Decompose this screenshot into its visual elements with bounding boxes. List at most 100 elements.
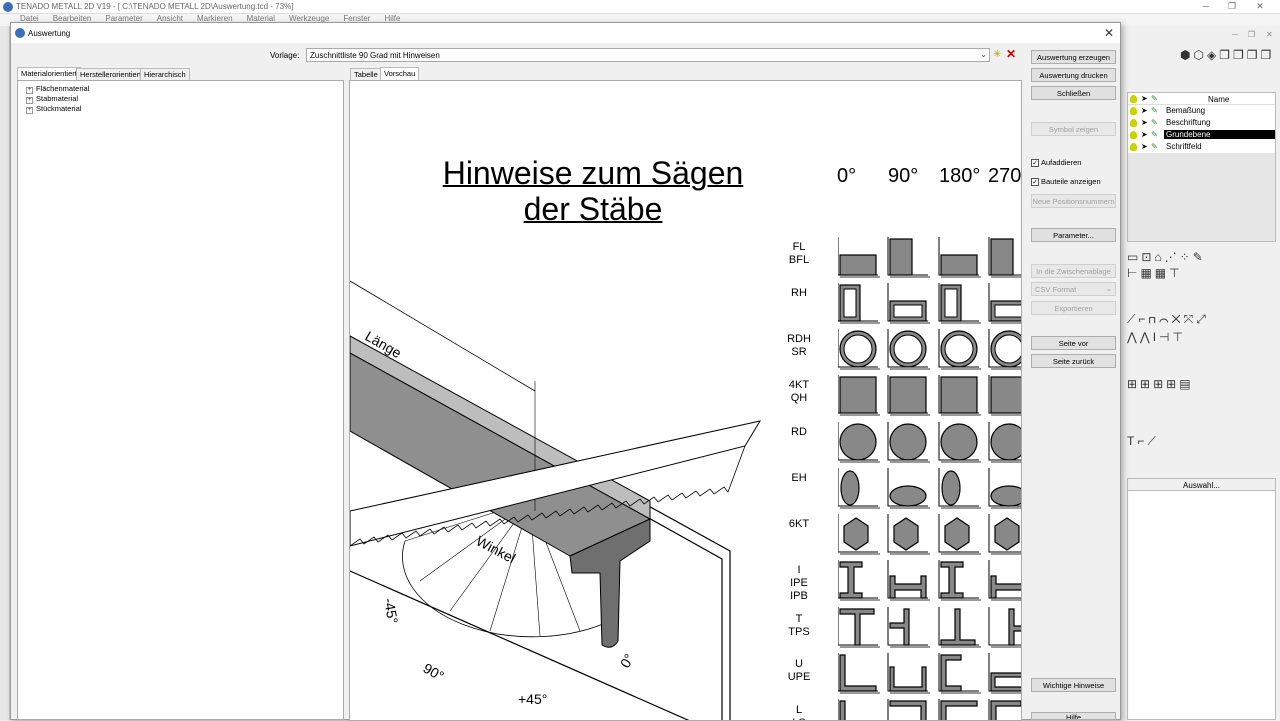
profile-label-i: I IPE IPB — [790, 564, 808, 602]
profile-label-t: T TPS — [788, 613, 810, 638]
ellipse-shape — [889, 485, 927, 507]
aufaddieren-checkbox[interactable]: ✓ Aufaddieren — [1031, 158, 1081, 168]
doc-minimize-icon[interactable]: ─ — [1232, 30, 1238, 39]
layer-row-grundebene[interactable]: ➤ ✎ Grundebene — [1128, 129, 1275, 141]
pen-icon[interactable]: ✎ — [1151, 106, 1158, 115]
tab-herstellerorientiert[interactable]: Herstellerorientiert — [76, 68, 146, 80]
profile-label-rd: RD — [791, 426, 807, 438]
chevron-down-icon[interactable]: ⌄ — [1106, 284, 1112, 293]
app-icon — [3, 2, 13, 12]
tree-item-stabmaterial[interactable]: + Stabmaterial — [26, 94, 78, 104]
construct-toolbar-1[interactable]: ⟋⌐⊓⌒✕⤧⤢ — [1127, 312, 1209, 328]
doc-restore-icon[interactable]: ❐ — [1248, 30, 1255, 39]
profile-label-fl: FL BFL — [788, 241, 810, 266]
expand-icon[interactable]: + — [26, 107, 33, 114]
close-icon[interactable]: ✕ — [1104, 26, 1114, 40]
draw-toolbar-1[interactable]: ▭⊡⌂⋰⁘✎ — [1127, 250, 1206, 266]
profile-label-6kt: 6KT — [788, 518, 810, 530]
bulb-icon[interactable] — [1130, 107, 1137, 115]
ellipse-shape — [840, 470, 860, 506]
pen-icon[interactable]: ✎ — [1151, 118, 1158, 127]
draw-toolbar-2[interactable]: ⊢▦▦⊤ — [1127, 266, 1183, 282]
seite-vor-button[interactable]: Seite vor — [1031, 336, 1116, 350]
layer-label: Bemaßung — [1166, 106, 1206, 115]
expand-icon[interactable]: + — [26, 87, 33, 94]
wichtige-hinweise-button[interactable]: Wichtige Hinweise — [1031, 678, 1116, 692]
auswertung-erzeugen-button[interactable]: Auswertung erzeugen — [1031, 50, 1116, 64]
label-plus45: +45° — [518, 691, 547, 707]
tab-hierarchisch[interactable]: Hierarchisch — [140, 68, 190, 80]
cursor-icon[interactable]: ➤ — [1141, 106, 1148, 115]
cursor-icon: ➤ — [1141, 94, 1148, 103]
bulb-icon[interactable] — [1130, 119, 1137, 127]
auswertung-drucken-button[interactable]: Auswertung drucken — [1031, 68, 1116, 82]
saw-illustration: Länge Winkel -45° 90° +45° 0° — [350, 280, 762, 720]
ring-shape-inner — [893, 334, 923, 364]
angle-header-270: 270° — [988, 165, 1022, 187]
cursor-icon[interactable]: ➤ — [1141, 118, 1148, 127]
text-toolbar[interactable]: T⌐⟋ — [1127, 434, 1159, 450]
t-beam-shape — [889, 608, 910, 646]
chevron-down-icon[interactable]: ⌄ — [980, 50, 987, 59]
tree-item-stueckmaterial[interactable]: + Stückmaterial — [26, 104, 81, 114]
cursor-icon[interactable]: ➤ — [1141, 130, 1148, 139]
label-0: 0° — [617, 651, 638, 671]
construct-toolbar-2[interactable]: ⋀⋀I⊣⊤ — [1127, 330, 1186, 346]
layer-name-header: Name — [1208, 95, 1230, 104]
layer-row-beschriftung[interactable]: ➤ ✎ Beschriftung — [1128, 117, 1275, 129]
profile-label-4kt: 4KT QH — [788, 379, 810, 404]
seite-zurueck-button[interactable]: Seite zurück — [1031, 354, 1116, 368]
layer-label: Beschriftung — [1166, 118, 1211, 127]
vorlage-select[interactable]: Zuschnittliste 90 Grad mit Hinweisen ⌄ — [306, 48, 990, 62]
square-shape — [839, 376, 877, 414]
profile-shape-grid — [838, 237, 1021, 720]
bulb-icon[interactable] — [1130, 131, 1137, 139]
cursor-icon[interactable]: ➤ — [1141, 142, 1148, 151]
layer-row-schriftfeld[interactable]: ➤ ✎ Schriftfeld — [1128, 141, 1275, 153]
doc-close-icon[interactable]: ✕ — [1266, 30, 1273, 39]
tab-vorschau[interactable]: Vorschau — [380, 67, 420, 80]
bulb-icon[interactable] — [1130, 143, 1137, 151]
minimize-icon[interactable]: ─ — [1196, 1, 1216, 11]
delete-template-icon[interactable]: ✕ — [1006, 47, 1016, 61]
i-beam-shape — [839, 561, 863, 599]
rect-hollow-shape-inner — [843, 288, 857, 318]
ring-shape-inner — [944, 334, 974, 364]
exportieren-button[interactable]: Exportieren — [1031, 301, 1116, 315]
zwischenablage-button[interactable]: In die Zwischenablage — [1031, 264, 1116, 278]
format-select[interactable]: CSV Format ⌄ — [1031, 282, 1116, 296]
preview-area: Hinweise zum Sägen der Stäbe 0° 90° 180°… — [349, 80, 1022, 721]
pen-icon[interactable]: ✎ — [1151, 142, 1158, 151]
new-template-icon[interactable]: ✳ — [993, 49, 1001, 60]
hilfe-button[interactable]: Hilfe — [1031, 712, 1116, 720]
parameter-button[interactable]: Parameter... — [1031, 228, 1116, 242]
steel-toolbar[interactable]: ⊞⊞⊞⊞▤ — [1127, 377, 1194, 393]
auswertung-dialog: Auswertung ✕ Vorlage: Zuschnittliste 90 … — [10, 22, 1121, 721]
dialog-icon — [15, 28, 25, 38]
circle-shape — [940, 423, 978, 461]
pen-icon[interactable]: ✎ — [1151, 130, 1158, 139]
vorlage-value: Zuschnittliste 90 Grad mit Hinweisen — [310, 51, 440, 60]
app-titlebar: TENADO METALL 2D V19 - [ C:\TENADO METAL… — [0, 0, 1280, 14]
tab-tabelle[interactable]: Tabelle — [350, 68, 382, 80]
restore-icon[interactable]: ❐ — [1222, 1, 1242, 12]
checkbox-icon[interactable]: ✓ — [1031, 178, 1039, 187]
checkbox-icon[interactable]: ✓ — [1031, 159, 1039, 168]
flat-shape — [889, 238, 913, 276]
flat-shape — [940, 254, 978, 276]
neue-positionsnummern-button[interactable]: Neue Positionsnummern — [1031, 194, 1116, 208]
bauteile-anzeigen-checkbox[interactable]: ✓ Bauteile anzeigen — [1031, 177, 1101, 187]
expand-icon[interactable]: + — [26, 97, 33, 104]
ring-shape-inner — [994, 334, 1021, 364]
circle-shape — [990, 423, 1021, 461]
symbol-zeigen-button[interactable]: Symbol zeigen — [1031, 122, 1116, 136]
hexagon-shape — [994, 517, 1020, 551]
layer-row-bemassung[interactable]: ➤ ✎ Bemaßung — [1128, 105, 1275, 117]
app-close-icon[interactable]: ✕ — [1250, 1, 1270, 12]
tab-materialorientiert[interactable]: Materialorientiert — [17, 67, 81, 80]
auswahl-button[interactable]: Auswahl... — [1128, 479, 1275, 491]
square-shape — [940, 376, 978, 414]
tree-item-flaechenmaterial[interactable]: + Flächenmaterial — [26, 84, 89, 94]
schliessen-button[interactable]: Schließen — [1031, 86, 1116, 100]
view-toolbar[interactable]: ⬢⬡◈❐❐❐❐ — [1180, 48, 1274, 64]
